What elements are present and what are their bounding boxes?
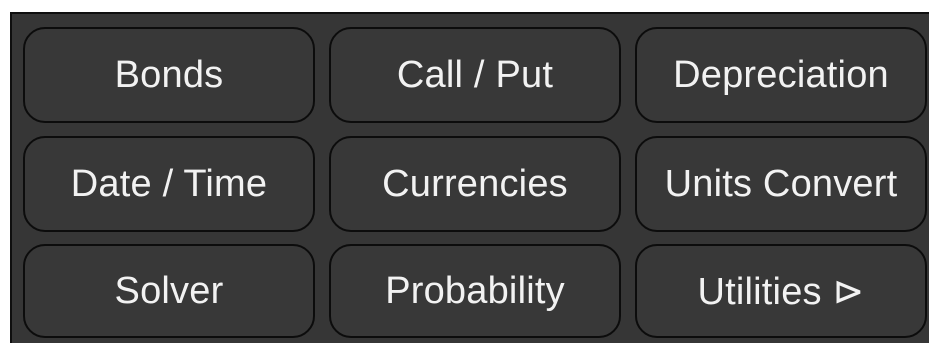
- depreciation-button-label: Depreciation: [673, 53, 889, 96]
- solver-button[interactable]: Solver: [23, 244, 315, 338]
- call-put-button[interactable]: Call / Put: [329, 27, 621, 123]
- currencies-button-label: Currencies: [382, 162, 568, 205]
- date-time-button-label: Date / Time: [70, 162, 268, 205]
- probability-button-label: Probability: [385, 269, 565, 312]
- bonds-button-label: Bonds: [114, 53, 224, 96]
- utilities-button[interactable]: Utilities ⊳: [635, 244, 927, 338]
- date-time-button[interactable]: Date / Time: [23, 136, 315, 232]
- utilities-button-label: Utilities ⊳: [697, 270, 865, 313]
- bonds-button[interactable]: Bonds: [23, 27, 315, 123]
- units-convert-button-label: Units Convert: [664, 162, 898, 205]
- depreciation-button[interactable]: Depreciation: [635, 27, 927, 123]
- call-put-button-label: Call / Put: [396, 53, 554, 96]
- solver-button-label: Solver: [114, 269, 224, 312]
- units-convert-button[interactable]: Units Convert: [635, 136, 927, 232]
- probability-button[interactable]: Probability: [329, 244, 621, 338]
- currencies-button[interactable]: Currencies: [329, 136, 621, 232]
